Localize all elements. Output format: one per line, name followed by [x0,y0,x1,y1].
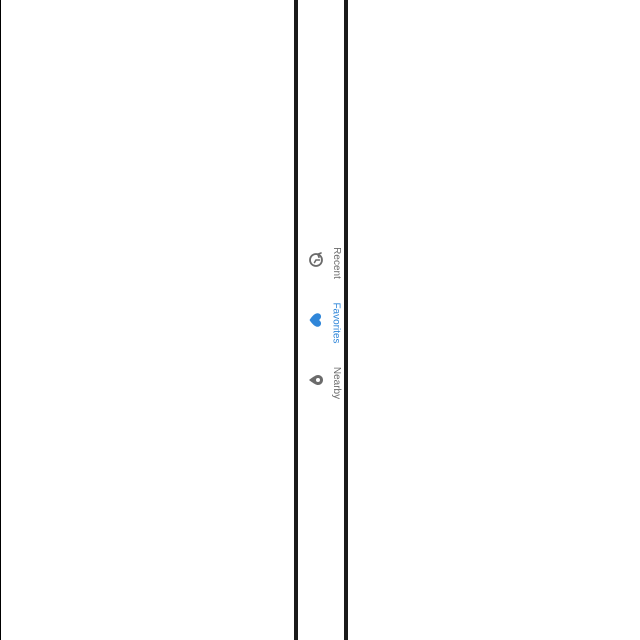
tab-nearby-label: Nearby [330,358,342,408]
tab-recent[interactable]: Recent [299,238,343,288]
heart-icon [307,311,325,329]
tab-recent-label: Recent [330,238,342,288]
device-frame-left [294,0,298,640]
tab-nearby[interactable]: Nearby [299,358,343,408]
tab-nearby-text: Nearby [331,366,342,400]
tab-recent-text: Recent [331,247,342,279]
history-icon [307,251,325,269]
tab-favorites-text: Favorites [331,302,342,344]
screen-canvas: Recent Favorites Nearby [0,0,640,640]
window-edge [0,0,1,640]
bottom-tab-bar: Recent Favorites Nearby [299,238,343,408]
tab-favorites-label: Favorites [330,298,342,348]
location-pin-icon [307,371,325,389]
device-frame-right [344,0,348,640]
tab-favorites[interactable]: Favorites [299,298,343,348]
